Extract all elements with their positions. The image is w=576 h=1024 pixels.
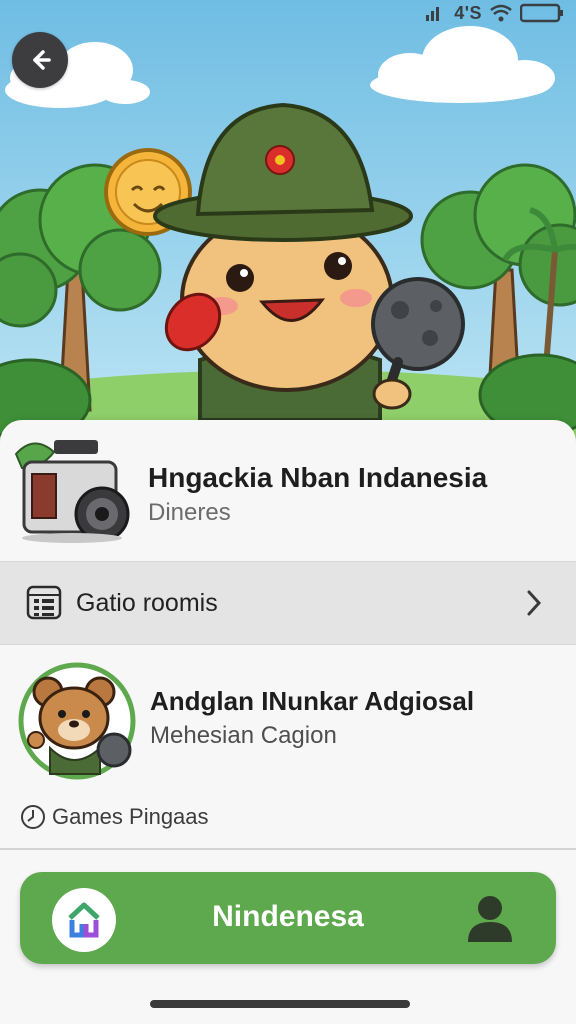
rooms-label: Gatio roomis — [76, 589, 218, 617]
calendar-icon — [26, 585, 62, 620]
hero-illustration — [0, 0, 576, 450]
player-subtitle: Mehesian Cagion — [150, 722, 337, 749]
games-label: Games Pingaas — [52, 804, 209, 829]
back-button[interactable] — [12, 32, 68, 88]
primary-action-button[interactable]: Nindenesa — [20, 872, 556, 964]
player-name: Andglan INunkar Adgiosal — [150, 686, 475, 716]
divider — [0, 848, 576, 850]
games-row: Games Pingaas — [20, 804, 209, 830]
chevron-right-icon — [527, 590, 542, 616]
game-title: Hngackia Nban Indanesia — [148, 462, 488, 493]
battery-icon — [520, 3, 563, 23]
back-arrow-icon — [33, 50, 51, 70]
content-sheet: Hngackia Nban Indanesia Dineres Gatio ro… — [0, 420, 576, 1024]
game-subtitle: Dineres — [148, 499, 231, 526]
home-indicator[interactable] — [150, 1000, 410, 1008]
rooms-row[interactable]: Gatio roomis — [0, 561, 576, 645]
camera-icon — [14, 440, 130, 543]
profile-icon[interactable] — [464, 892, 516, 944]
player-avatar — [18, 662, 136, 780]
signal-icon — [426, 7, 440, 21]
game-header: Hngackia Nban Indanesia Dineres — [0, 420, 576, 560]
network-label: 4'S — [454, 2, 482, 23]
wifi-icon — [490, 4, 512, 22]
hero-scene — [0, 0, 576, 450]
clock-icon — [21, 805, 45, 829]
status-bar: 4'S — [404, 0, 576, 26]
